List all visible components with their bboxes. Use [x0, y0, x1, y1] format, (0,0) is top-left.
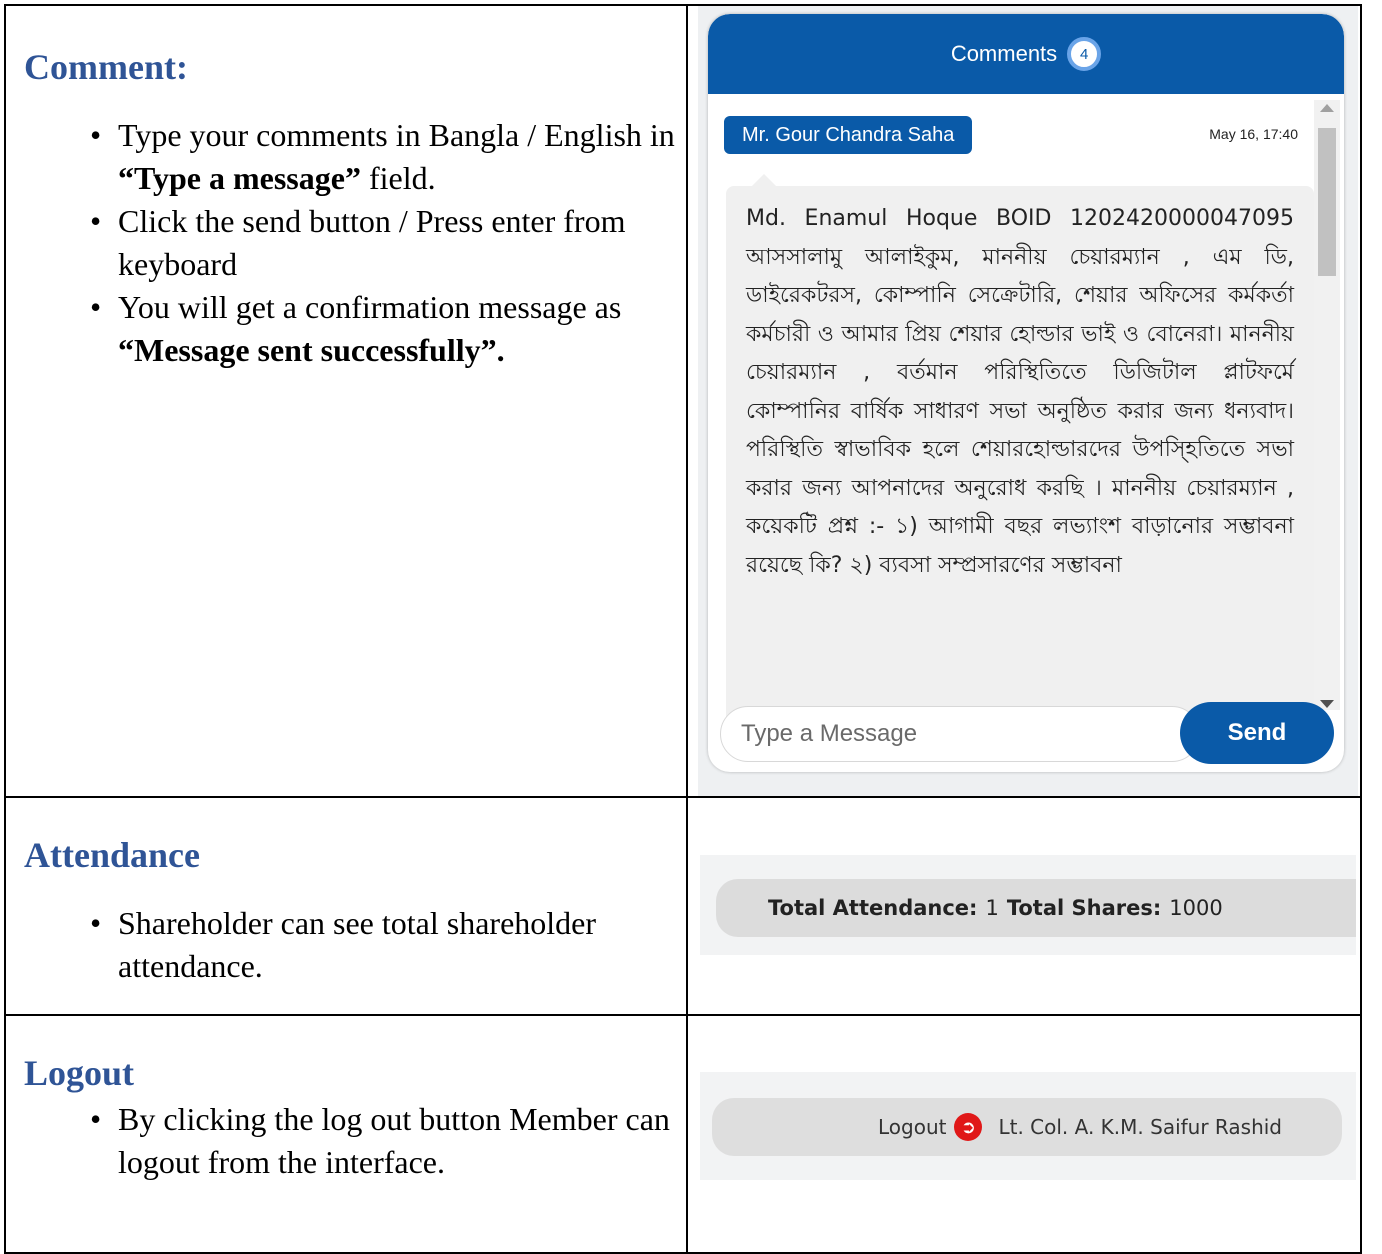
message-bubble-tail [752, 174, 776, 186]
logout-screenshot: Logout ➲ Lt. Col. A. K.M. Saifur Rashid [700, 1072, 1356, 1180]
total-attendance-value: 1 [985, 896, 999, 920]
comment-bullet-1: Type your comments in Bangla / English i… [90, 114, 686, 200]
comment-timestamp: May 16, 17:40 [1209, 126, 1298, 142]
attendance-bullet: Shareholder can see total shareholder at… [90, 902, 686, 988]
logout-bullet: By clicking the log out button Member ca… [90, 1098, 686, 1184]
logout-bullet-list: By clicking the log out button Member ca… [6, 1098, 686, 1184]
comment-screenshot-cell: Comments 4 Mr. Gour Chandra Saha May 16,… [686, 4, 1362, 798]
comment-author-tag: Mr. Gour Chandra Saha [724, 116, 973, 154]
message-bubble: Md. Enamul Hoque BOID 1202420000047095 আ… [726, 186, 1314, 726]
message-input[interactable] [720, 706, 1200, 762]
message-scrollbar[interactable] [1314, 100, 1340, 710]
logout-icon[interactable]: ➲ [954, 1113, 983, 1141]
logout-bar: Logout ➲ Lt. Col. A. K.M. Saifur Rashid [712, 1098, 1342, 1156]
logout-button-label[interactable]: Logout [878, 1115, 946, 1139]
document-table: Comment: Type your comments in Bangla / … [4, 4, 1362, 1254]
comment-count-badge: 4 [1067, 37, 1102, 71]
comments-header-label: Comments [950, 41, 1058, 66]
total-shares-value: 1000 [1169, 896, 1223, 920]
comment-bullet-2: Click the send button / Press enter from… [90, 200, 686, 286]
attendance-heading: Attendance [24, 835, 200, 875]
scrollbar-thumb[interactable] [1318, 128, 1336, 276]
logout-screenshot-cell: Logout ➲ Lt. Col. A. K.M. Saifur Rashid [686, 1014, 1362, 1254]
logged-in-user-name: Lt. Col. A. K.M. Saifur Rashid [998, 1115, 1282, 1139]
attendance-screenshot: Total Attendance: 1 Total Shares: 1000 [700, 855, 1356, 955]
comments-header: Comments 4 [708, 14, 1344, 94]
total-shares-label: Total Shares: [1006, 896, 1162, 920]
logout-heading: Logout [24, 1053, 135, 1093]
attendance-description-cell: Attendance Shareholder can see total sha… [4, 796, 688, 1016]
comments-panel: Comments 4 Mr. Gour Chandra Saha May 16,… [708, 14, 1344, 772]
message-compose-row: Send [720, 702, 1334, 768]
comment-bullet-3: You will get a confirmation message as “… [90, 286, 686, 372]
attendance-bar: Total Attendance: 1 Total Shares: 1000 [716, 879, 1356, 937]
total-attendance-label: Total Attendance: [768, 896, 978, 920]
comment-description-cell: Comment: Type your comments in Bangla / … [4, 4, 688, 798]
send-button[interactable]: Send [1180, 702, 1334, 764]
comment-heading: Comment: [24, 47, 188, 87]
comments-widget-screenshot: Comments 4 Mr. Gour Chandra Saha May 16,… [698, 6, 1358, 796]
attendance-screenshot-cell: Total Attendance: 1 Total Shares: 1000 [686, 796, 1362, 1016]
comment-bullet-list: Type your comments in Bangla / English i… [6, 114, 686, 372]
scroll-up-arrow-icon[interactable] [1320, 104, 1334, 112]
logout-description-cell: Logout By clicking the log out button Me… [4, 1014, 688, 1254]
attendance-bullet-list: Shareholder can see total shareholder at… [6, 902, 686, 988]
